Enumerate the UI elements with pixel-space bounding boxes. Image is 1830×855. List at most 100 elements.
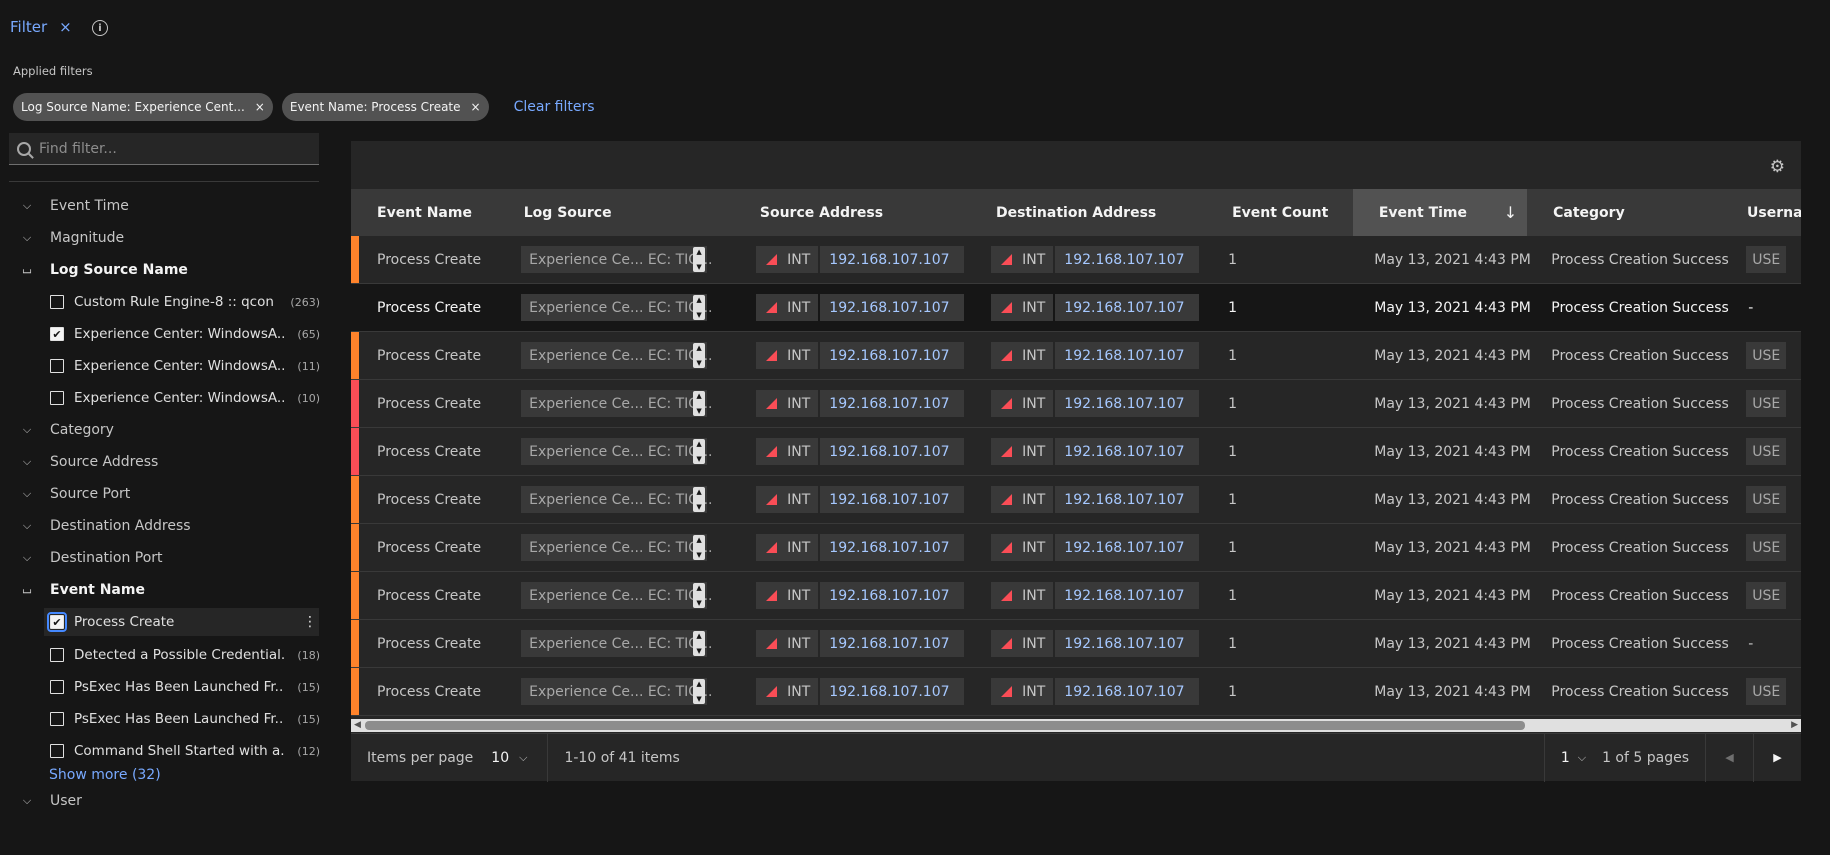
chip-remove-icon[interactable]: × (471, 100, 481, 114)
log-source-field[interactable]: Experience Ce... EC: TIG... ▲ ▼ (521, 438, 713, 465)
event-name-option[interactable]: Command Shell Started with a... (12) (50, 737, 320, 765)
checkbox[interactable] (50, 359, 64, 373)
scrollbar-thumb[interactable] (365, 721, 1525, 730)
log-source-field[interactable]: Experience Ce... EC: TIG... ▲ ▼ (521, 582, 713, 609)
show-more-link[interactable]: Show more (32) (49, 767, 161, 783)
event-name-option[interactable]: Detected a Possible Credential... (18) (50, 641, 320, 669)
filter-chip-log-source[interactable]: Log Source Name: Experience Cent... × (13, 93, 273, 121)
log-source-field[interactable]: Experience Ce... EC: TIG... ▲ ▼ (521, 390, 713, 417)
col-event-time[interactable]: Event Time ↓ (1352, 189, 1528, 236)
checkbox[interactable] (50, 295, 64, 309)
col-username[interactable]: Userna (1721, 189, 1801, 236)
source-ip-link[interactable]: 192.168.107.107 (820, 438, 964, 465)
facet-event-time[interactable]: ⌵ Event Time (20, 192, 320, 220)
stepper-icon[interactable]: ▲ ▼ (693, 391, 706, 416)
checkbox[interactable] (50, 648, 64, 662)
username-field[interactable]: USE (1746, 678, 1787, 705)
table-row[interactable]: Process Create Experience Ce... EC: TIG..… (351, 668, 1801, 716)
cell-event-name[interactable]: Process Create (351, 524, 497, 571)
overflow-menu-icon[interactable]: ⋮ (301, 614, 319, 630)
table-row[interactable]: Process Create Experience Ce... EC: TIG..… (351, 476, 1801, 524)
items-per-page-select[interactable]: 10 (491, 750, 509, 766)
chip-remove-icon[interactable]: × (255, 100, 265, 114)
log-source-option[interactable]: Custom Rule Engine-8 :: qcon (263) (50, 288, 320, 316)
filter-tab[interactable]: Filter × (10, 18, 72, 36)
col-category[interactable]: Category (1527, 189, 1721, 236)
col-event-name[interactable]: Event Name (351, 189, 498, 236)
checkbox[interactable] (50, 680, 64, 694)
destination-ip-link[interactable]: 192.168.107.107 (1055, 534, 1199, 561)
scroll-left-icon[interactable]: ◀ (354, 720, 361, 730)
page-number[interactable]: 1 (1561, 750, 1570, 766)
log-source-option[interactable]: Experience Center: WindowsA... (11) (50, 352, 320, 380)
event-name-option[interactable]: PsExec Has Been Launched Fr... (15) (50, 705, 320, 733)
log-source-field[interactable]: Experience Ce... EC: TIG... ▲ ▼ (521, 294, 713, 321)
facet-source-port[interactable]: ⌵ Source Port (20, 480, 320, 508)
filter-chip-event-name[interactable]: Event Name: Process Create × (281, 93, 489, 121)
horizontal-scrollbar[interactable]: ◀ ▶ (351, 719, 1801, 732)
page-select[interactable]: 1 ⌵ 1 of 5 pages (1543, 733, 1705, 782)
destination-ip-link[interactable]: 192.168.107.107 (1055, 438, 1199, 465)
source-ip-link[interactable]: 192.168.107.107 (820, 678, 964, 705)
destination-ip-link[interactable]: 192.168.107.107 (1055, 342, 1199, 369)
destination-ip-link[interactable]: 192.168.107.107 (1055, 486, 1199, 513)
facet-category[interactable]: ⌵ Category (20, 416, 320, 444)
table-row[interactable]: Process Create Experience Ce... EC: TIG..… (351, 620, 1801, 668)
cell-event-name[interactable]: Process Create (351, 284, 497, 331)
destination-ip-link[interactable]: 192.168.107.107 (1055, 582, 1199, 609)
cell-event-name[interactable]: Process Create (351, 380, 497, 427)
username-field[interactable]: USE (1746, 534, 1787, 561)
clear-filters-link[interactable]: Clear filters (514, 99, 595, 115)
log-source-field[interactable]: Experience Ce... EC: TIG... ▲ ▼ (521, 342, 713, 369)
table-row[interactable]: Process Create Experience Ce... EC: TIG..… (351, 428, 1801, 476)
table-row[interactable]: Process Create Experience Ce... EC: TIG..… (351, 572, 1801, 620)
username-field[interactable]: USE (1746, 390, 1787, 417)
facet-destination-address[interactable]: ⌵ Destination Address (20, 512, 320, 540)
source-ip-link[interactable]: 192.168.107.107 (820, 630, 964, 657)
col-log-source[interactable]: Log Source (498, 189, 734, 236)
cell-event-name[interactable]: Process Create (351, 236, 497, 283)
username-field[interactable]: USE (1746, 582, 1787, 609)
close-icon[interactable]: × (59, 18, 72, 36)
caret-left-icon[interactable]: ◀ (1705, 733, 1753, 782)
log-source-field[interactable]: Experience Ce... EC: TIG... ▲ ▼ (521, 630, 713, 657)
info-icon[interactable]: i (92, 20, 108, 36)
source-ip-link[interactable]: 192.168.107.107 (820, 246, 964, 273)
event-name-option[interactable]: PsExec Has Been Launched Fr... (15) (50, 673, 320, 701)
stepper-icon[interactable]: ▲ ▼ (693, 343, 706, 368)
gear-icon[interactable]: ⚙ (1770, 157, 1785, 177)
stepper-icon[interactable]: ▲ ▼ (693, 247, 706, 272)
cell-event-name[interactable]: Process Create (351, 620, 497, 667)
arrow-down-icon[interactable]: ↓ (1504, 203, 1517, 222)
stepper-icon[interactable]: ▲ ▼ (693, 487, 706, 512)
log-source-field[interactable]: Experience Ce... EC: TIG... ▲ ▼ (521, 246, 713, 273)
table-row[interactable]: Process Create Experience Ce... EC: TIG..… (351, 380, 1801, 428)
cell-event-name[interactable]: Process Create (351, 476, 497, 523)
col-destination-address[interactable]: Destination Address (970, 189, 1206, 236)
facet-event-name[interactable]: ⌴ Event Name (20, 576, 320, 604)
scroll-right-icon[interactable]: ▶ (1791, 720, 1798, 730)
stepper-icon[interactable]: ▲ ▼ (693, 295, 706, 320)
col-event-count[interactable]: Event Count (1206, 189, 1353, 236)
find-filter-search[interactable]: Find filter... (9, 133, 319, 165)
facet-source-address[interactable]: ⌵ Source Address (20, 448, 320, 476)
username-field[interactable]: USE (1746, 486, 1787, 513)
source-ip-link[interactable]: 192.168.107.107 (820, 582, 964, 609)
log-source-field[interactable]: Experience Ce... EC: TIG... ▲ ▼ (521, 534, 713, 561)
checkbox[interactable] (50, 712, 64, 726)
facet-destination-port[interactable]: ⌵ Destination Port (20, 544, 320, 572)
username-field[interactable]: USE (1746, 438, 1787, 465)
table-row[interactable]: Process Create Experience Ce... EC: TIG..… (351, 284, 1801, 332)
log-source-option[interactable]: ✔ Experience Center: WindowsA... (65) (50, 320, 320, 348)
stepper-icon[interactable]: ▲ ▼ (693, 583, 706, 608)
stepper-icon[interactable]: ▲ ▼ (693, 439, 706, 464)
username-field[interactable]: USE (1746, 342, 1787, 369)
caret-right-icon[interactable]: ▶ (1753, 733, 1801, 782)
stepper-icon[interactable]: ▲ ▼ (693, 535, 706, 560)
checkbox-checked[interactable]: ✔ (50, 327, 64, 341)
log-source-option[interactable]: Experience Center: WindowsA... (10) (50, 384, 320, 412)
source-ip-link[interactable]: 192.168.107.107 (820, 534, 964, 561)
table-row[interactable]: Process Create Experience Ce... EC: TIG..… (351, 236, 1801, 284)
cell-event-name[interactable]: Process Create (351, 668, 497, 715)
cell-event-name[interactable]: Process Create (351, 332, 497, 379)
